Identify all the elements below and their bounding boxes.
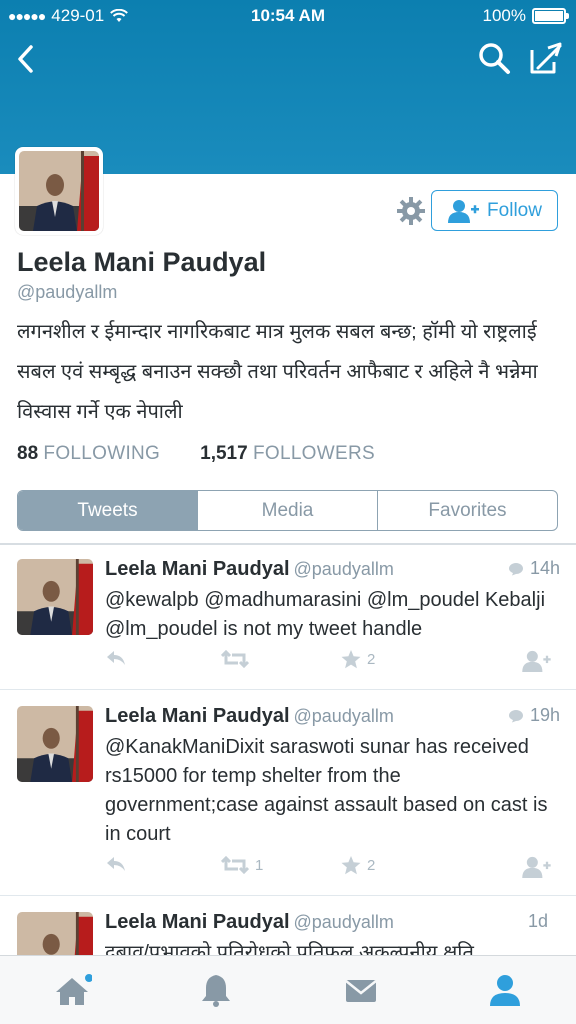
star-icon: [341, 650, 361, 669]
retweet-icon: [221, 650, 249, 668]
reply-icon: [107, 651, 125, 665]
tweet-text: @kewalpb @madhumarasini @lm_poudel Kebal…: [105, 589, 546, 640]
avatar[interactable]: [17, 559, 93, 635]
following-count: 88: [17, 443, 39, 464]
chevron-left-icon[interactable]: [12, 42, 42, 76]
retweet-icon: [221, 856, 249, 874]
tweet-author-handle: @paudyallm: [293, 912, 394, 932]
tweet-item[interactable]: Leela Mani Paudyal @paudyallm 19h @KanakM…: [0, 690, 576, 896]
reply-icon: [107, 857, 125, 871]
me-icon[interactable]: [485, 972, 525, 1008]
follow-button[interactable]: Follow: [431, 190, 558, 231]
retweet-button[interactable]: [221, 650, 255, 668]
compose-icon[interactable]: [526, 40, 564, 76]
tweet-author-handle: @paudyallm: [293, 559, 394, 579]
search-icon[interactable]: [476, 40, 512, 76]
favorite-button[interactable]: 2: [341, 650, 375, 669]
profile-bio: लगनशील र ईमान्दार नागरिकबाट मात्र मुलक स…: [17, 321, 538, 423]
battery-icon: [532, 8, 569, 24]
favorite-count: 2: [367, 857, 376, 874]
avatar: [19, 151, 99, 231]
tweet-actions: 1 2: [105, 856, 560, 880]
add-user-icon: [448, 199, 480, 223]
tweet-item[interactable]: Leela Mani Paudyal @paudyallm 14h @kewalp…: [0, 545, 576, 690]
follow-label: Follow: [487, 199, 542, 221]
avatar[interactable]: [17, 706, 93, 782]
profile-avatar[interactable]: [15, 147, 103, 235]
conversation-icon: [508, 562, 523, 575]
tweet-text: दबाव/प्रभावको प्रतिरोधको प्रतिफल अकल्पनी…: [105, 942, 474, 956]
avatar-photo: [19, 151, 99, 231]
avatar[interactable]: [17, 912, 93, 956]
tab-favorites[interactable]: Favorites: [377, 491, 557, 530]
tweet-actions: 2: [105, 650, 560, 674]
follow-user-button[interactable]: [521, 650, 551, 672]
conversation-icon: [508, 709, 523, 722]
tweet-time: 1d: [527, 911, 548, 931]
battery-percent: 100%: [482, 6, 526, 25]
profile-name: Leela Mani Paudyal: [17, 247, 267, 277]
status-bar: ●●●●● 429-01 10:54 AM 100%: [0, 0, 576, 30]
tweet-item[interactable]: Leela Mani Paudyal @paudyallm 1d दबाव/प्र…: [0, 896, 576, 956]
tweet-time: 19h: [529, 705, 560, 725]
following-label: FOLLOWING: [43, 443, 161, 464]
tweet-time: 14h: [529, 558, 560, 578]
add-user-icon: [522, 856, 551, 878]
tweet-author-name[interactable]: Leela Mani Paudyal: [105, 558, 290, 580]
favorite-count: 2: [367, 651, 376, 668]
retweet-button[interactable]: 1: [221, 856, 263, 874]
retweet-count: 1: [255, 856, 264, 874]
tweet-text: @KanakManiDixit saraswoti sunar has rece…: [105, 736, 548, 845]
star-icon: [341, 856, 361, 875]
messages-icon[interactable]: [341, 972, 381, 1008]
tab-media[interactable]: Media: [197, 491, 377, 530]
profile-stats: 88 FOLLOWING 1,517 FOLLOWERS: [17, 443, 375, 465]
followers-label: FOLLOWERS: [252, 443, 375, 464]
followers-count: 1,517: [200, 443, 248, 464]
tweet-author-name[interactable]: Leela Mani Paudyal: [105, 911, 290, 933]
tab-tweets[interactable]: Tweets: [18, 491, 197, 530]
reply-button[interactable]: [105, 856, 127, 872]
favorite-button[interactable]: 2: [341, 856, 375, 875]
profile-handle: @paudyallm: [17, 282, 118, 302]
profile-tabs: Tweets Media Favorites: [17, 490, 558, 531]
bottom-tab-bar: [0, 955, 576, 1024]
home-icon[interactable]: [52, 972, 92, 1008]
follow-user-button[interactable]: [521, 856, 551, 878]
followers-stat[interactable]: 1,517 FOLLOWERS: [200, 443, 375, 465]
add-user-icon: [522, 650, 551, 672]
following-stat[interactable]: 88 FOLLOWING: [17, 443, 160, 465]
tweet-author-handle: @paudyallm: [293, 706, 394, 726]
gear-icon[interactable]: [396, 196, 426, 226]
notifications-icon[interactable]: [196, 972, 236, 1008]
tweet-author-name[interactable]: Leela Mani Paudyal: [105, 705, 290, 727]
reply-button[interactable]: [105, 650, 127, 666]
